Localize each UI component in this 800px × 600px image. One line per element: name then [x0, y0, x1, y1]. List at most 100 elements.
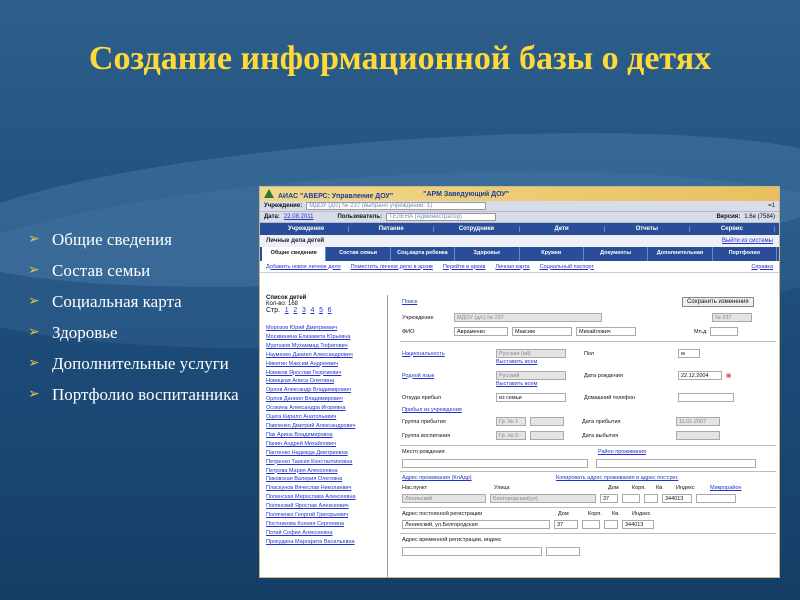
tab-family[interactable]: Состав семьи [326, 247, 391, 261]
arrival-date-field[interactable]: 11.01.2007 [676, 417, 720, 426]
child-list-item[interactable]: Полянский Ярослав Алексеевич [266, 502, 387, 511]
child-list-item[interactable]: Москвинина Елизавета Юрьевна [266, 333, 387, 342]
menu-item[interactable]: Учреждение [264, 226, 350, 232]
child-list-item[interactable]: Муртазов Мухаммад Тофигович [266, 342, 387, 351]
page-link[interactable]: 3 [302, 307, 306, 314]
tab-health[interactable]: Здоровье [455, 247, 520, 261]
first-name-field[interactable]: Максим [512, 327, 572, 336]
tab-clubs[interactable]: Кружки [520, 247, 584, 261]
calendar-icon[interactable]: ▦ [726, 373, 731, 379]
institution-field[interactable]: МДОУ (д/с) № 237 [454, 313, 602, 322]
bullet-item: ➢ Состав семьи [28, 261, 151, 280]
arrival-group-field[interactable]: Гр. № 1 [496, 417, 526, 426]
help-link[interactable]: Справка [751, 264, 773, 270]
page-link[interactable]: 5 [319, 307, 323, 314]
add-record-link[interactable]: Добавить новое личное дело [266, 264, 341, 270]
child-list-item[interactable]: Петренко Таисия Константиновна [266, 458, 387, 467]
arrow-bullet-icon: ➢ [28, 325, 40, 340]
nationality-field[interactable]: Русская (ий) [496, 349, 566, 358]
child-list-item[interactable]: Постникова Ксения Сергеевна [266, 520, 387, 529]
from-field[interactable]: из семьи [496, 393, 566, 402]
menu-item[interactable]: Питание [349, 226, 435, 232]
region-field[interactable] [596, 459, 756, 468]
social-passport-link[interactable]: Социальный паспорт [540, 264, 594, 270]
child-list-item[interactable]: Поленская Мирослава Алексеевна [266, 493, 387, 502]
page-link[interactable]: 4 [311, 307, 315, 314]
reg-flat-field[interactable] [604, 520, 618, 529]
house-field[interactable]: 37 [600, 494, 618, 503]
birthplace-field[interactable] [402, 459, 588, 468]
child-list-item[interactable]: Потий София Алексеевна [266, 529, 387, 538]
registration-address-field[interactable]: Ленинский, ул.Белгородская [402, 520, 550, 529]
child-list-item[interactable]: Павленко Дмитрий Александрович [266, 422, 387, 431]
child-list-item[interactable]: Пантенко Надежда Дмитриевна [266, 449, 387, 458]
index-field[interactable]: 344013 [662, 494, 692, 503]
menu-item[interactable]: Дети [520, 226, 605, 232]
menu-item[interactable]: Сервис [690, 226, 776, 232]
go-archive-link[interactable]: Перейти в архив [443, 264, 486, 270]
child-list-item[interactable]: Панин Андрей Михайлович [266, 440, 387, 449]
city-field[interactable]: Ленинский [402, 494, 486, 503]
child-list-item[interactable]: Орлов Александр Владимирович [266, 386, 387, 395]
child-list-item[interactable]: Осокина Александра Игоревна [266, 404, 387, 413]
page-link[interactable]: 6 [328, 307, 332, 314]
edu-group-field[interactable]: Гр. № 5 [496, 431, 526, 440]
child-list-item[interactable]: Морозов Юрий Дмитриевич [266, 324, 387, 333]
microdistrict-field[interactable] [696, 494, 736, 503]
child-list-item[interactable]: Прокудина Маргарита Васильевна [266, 538, 387, 547]
child-list-item[interactable]: Пак Арина Владимировна [266, 431, 387, 440]
child-list-item[interactable]: Петрова Мария Алексеевна [266, 467, 387, 476]
app-module: "АРМ Заведующий ДОУ" [423, 190, 510, 198]
street-field[interactable]: Белгородская(ул) [490, 494, 596, 503]
arrow-bullet-icon: ➢ [28, 356, 40, 371]
menu-item[interactable]: Сотрудники [434, 226, 520, 232]
tab-general[interactable]: Общие сведения [262, 247, 327, 261]
menu-item[interactable]: Отчеты [605, 226, 690, 232]
group-number-field[interactable]: № 237 [712, 313, 752, 322]
native-language-field[interactable]: Русский [496, 371, 566, 380]
page-link[interactable]: 1 [285, 307, 289, 314]
birth-date-field[interactable]: 22.12.2004 [678, 371, 722, 380]
phone-field[interactable] [678, 393, 734, 402]
sex-select[interactable]: м [678, 349, 700, 358]
child-list-item[interactable]: Новиков Ярослав Георгиевич [266, 369, 387, 378]
child-list-item[interactable]: Оцега Кирилл Анатольевич [266, 413, 387, 422]
child-list-item[interactable]: Поляченко Георгий Григорьевич [266, 511, 387, 520]
reg-house-field[interactable]: 37 [554, 520, 578, 529]
arrow-bullet-icon: ➢ [28, 387, 40, 402]
search-link[interactable]: Поиск [402, 299, 417, 305]
personal-card-link[interactable]: Личная карта [495, 264, 529, 270]
bullet-item: ➢ Портфолио воспитанника [28, 385, 239, 404]
archive-record-link[interactable]: Поместить личное дело в архив [351, 264, 433, 270]
korp-field[interactable] [622, 494, 640, 503]
section-header: Личные дела детей Выйти из системы [260, 235, 779, 247]
save-button[interactable]: Сохранить изменения [682, 297, 754, 307]
logout-link[interactable]: Выйти из системы [722, 238, 773, 244]
last-name-field[interactable]: Авраменко [454, 327, 508, 336]
tab-social-card[interactable]: Соц.карта ребенка [391, 247, 456, 261]
children-list: Морозов Юрий Дмитриевич Москвинина Елизав… [266, 324, 387, 547]
session-row: Дата: 22.08.2011 Пользователь: ТЕЛЕНА (А… [260, 212, 779, 223]
child-list-item[interactable]: Науменко Даниил Александрович [266, 351, 387, 360]
temp-registration-field[interactable] [402, 547, 542, 556]
mpd-field[interactable] [710, 327, 739, 336]
child-list-item[interactable]: Пласкунов Вячеслав Николаевич [266, 484, 387, 493]
bullet-item: ➢ Социальная карта [28, 292, 182, 311]
reg-index-field[interactable]: 344013 [622, 520, 654, 529]
page-link[interactable]: 2 [293, 307, 297, 314]
temp-index-field[interactable] [546, 547, 580, 556]
flat-field[interactable] [644, 494, 658, 503]
tab-portfolio[interactable]: Портфолио [713, 247, 777, 261]
reg-korp-field[interactable] [582, 520, 600, 529]
tab-documents[interactable]: Документы [584, 247, 649, 261]
tab-additional[interactable]: Дополнительная информация [648, 247, 713, 269]
child-list-item[interactable]: Никитин Максим Андреевич [266, 360, 387, 369]
slide-title: Создание информационной базы о детях [88, 40, 712, 77]
child-list-item[interactable]: Пиковская Валерия Олеговна [266, 475, 387, 484]
leave-date-field[interactable] [676, 431, 720, 440]
child-list-item[interactable]: Орлов Даниил Владимирович [266, 395, 387, 404]
child-list-item[interactable]: Новицкая Алиса Олеговна [266, 377, 387, 386]
institution-field[interactable]: МДОУ (д/с) № 237 (выбрано учреждений: 1) [306, 202, 487, 210]
arrow-bullet-icon: ➢ [28, 232, 40, 247]
middle-name-field[interactable]: Михайлович [576, 327, 636, 336]
